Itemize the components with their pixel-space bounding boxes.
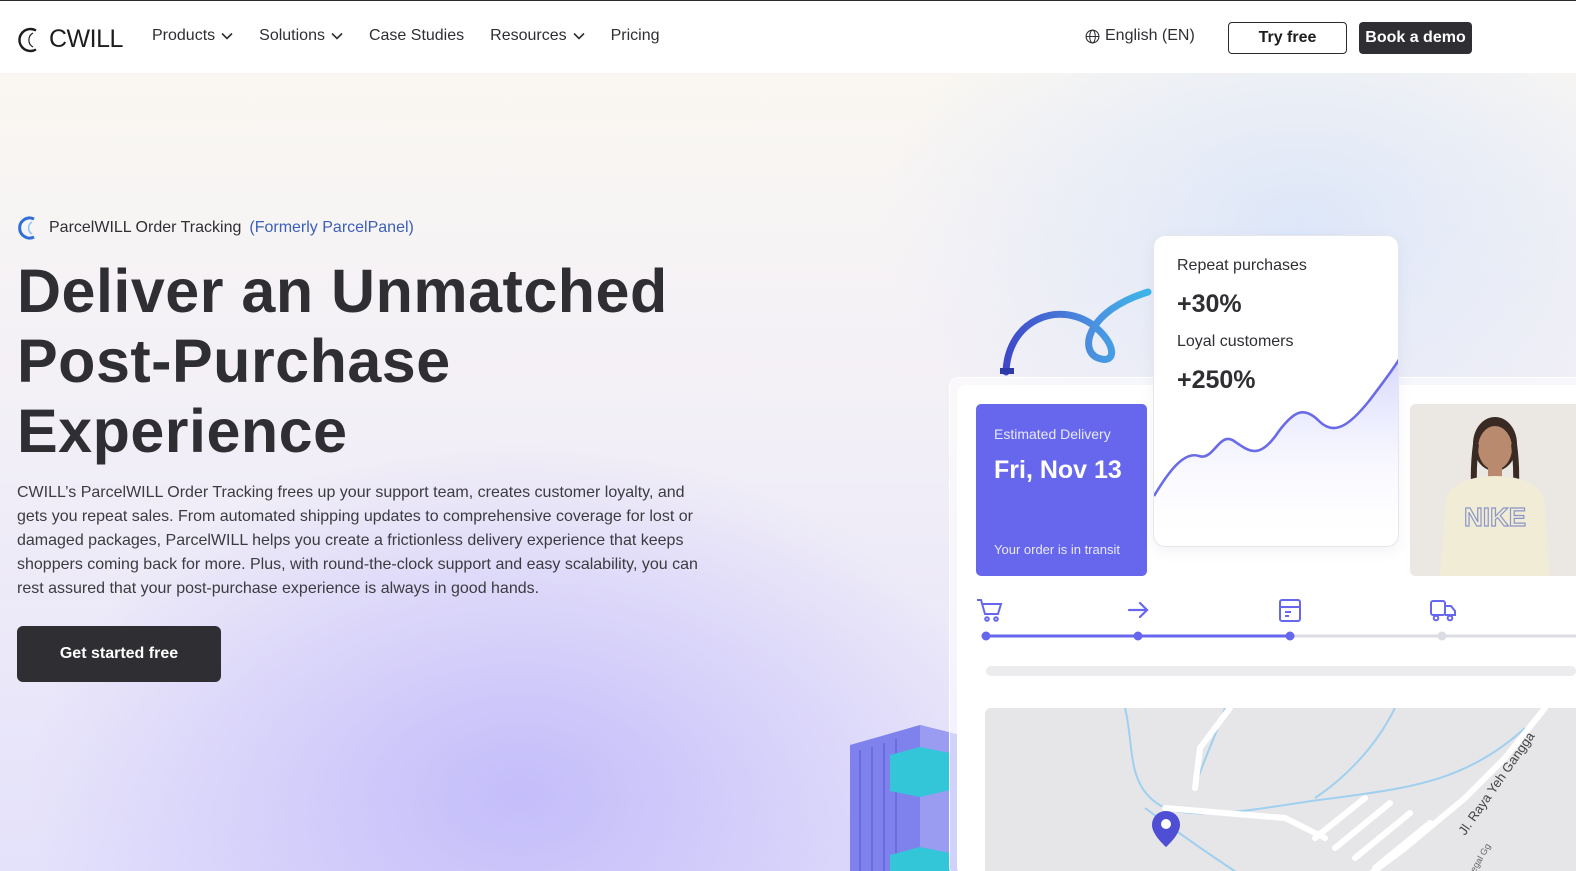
eyebrow-accent-text: (Formerly ParcelPanel) xyxy=(249,219,414,236)
cwill-logo-icon xyxy=(18,27,37,52)
model-photo-image: NIKE xyxy=(1410,404,1576,576)
headline-line: Experience xyxy=(17,397,348,465)
arrow-right-icon xyxy=(1127,601,1149,619)
swirl-decoration xyxy=(1000,288,1152,376)
site-header: CWILL Products Solutions Case Studies Re… xyxy=(0,0,1576,73)
chevron-down-icon xyxy=(573,32,585,40)
nav-pricing-label: Pricing xyxy=(610,27,660,44)
loyal-customers-label: Loyal customers xyxy=(1177,333,1294,350)
progress-step-dot xyxy=(1437,631,1447,641)
delivery-label: Estimated Delivery xyxy=(994,426,1111,442)
loading-bar-placeholder xyxy=(986,666,1576,676)
progress-step-dot xyxy=(981,631,991,641)
nav-solutions-label: Solutions xyxy=(259,27,325,44)
nav-resources-label: Resources xyxy=(490,27,567,44)
progress-step-dot xyxy=(1285,631,1295,641)
repeat-purchases-value: +30% xyxy=(1177,290,1242,318)
delivery-date: Fri, Nov 13 xyxy=(994,456,1122,484)
hero-description: CWILL’s ParcelWILL Order Tracking frees … xyxy=(17,484,698,597)
stats-card: Repeat purchases +30% Loyal customers +2… xyxy=(1153,235,1399,547)
shirt-print: NIKE xyxy=(1464,502,1526,532)
language-selector[interactable]: English (EN) xyxy=(1085,27,1195,45)
chevron-down-icon xyxy=(221,32,233,40)
estimated-delivery-card: Estimated Delivery Fri, Nov 13 Your orde… xyxy=(976,404,1147,576)
shipment-progress-steps xyxy=(977,599,1576,641)
product-photo: NIKE xyxy=(1410,404,1576,576)
logo[interactable]: CWILL xyxy=(17,25,123,54)
nav-solutions[interactable]: Solutions xyxy=(259,27,343,45)
get-started-button[interactable]: Get started free xyxy=(17,626,221,682)
main-nav: Products Solutions Case Studies Resource… xyxy=(152,27,660,45)
eyebrow-text: ParcelWILL Order Tracking xyxy=(49,219,242,236)
package-box-decoration xyxy=(850,725,960,871)
nav-resources[interactable]: Resources xyxy=(490,27,585,45)
nav-products-label: Products xyxy=(152,27,216,44)
logo-text: CWILL xyxy=(49,25,123,53)
truck-icon xyxy=(1430,600,1456,622)
map-image: Jl. Raya Yeh Gangga egal Gg xyxy=(985,708,1576,871)
hero-headline: Deliver an Unmatched Post-Purchase Exper… xyxy=(17,256,717,466)
delivery-map[interactable]: Jl. Raya Yeh Gangga egal Gg xyxy=(985,708,1576,871)
book-demo-button[interactable]: Book a demo xyxy=(1359,22,1472,54)
nav-products[interactable]: Products xyxy=(152,27,233,45)
loyal-customers-value: +250% xyxy=(1177,366,1256,394)
globe-icon xyxy=(1085,29,1100,43)
parcelwill-logo-icon xyxy=(18,216,35,240)
nav-pricing[interactable]: Pricing xyxy=(611,27,660,45)
nav-case-studies-label: Case Studies xyxy=(368,27,465,44)
headline-line: Deliver an Unmatched xyxy=(17,257,668,325)
chevron-down-icon xyxy=(331,32,343,40)
product-eyebrow: ParcelWILL Order Tracking (Formerly Parc… xyxy=(17,216,414,240)
headline-line: Post-Purchase xyxy=(17,327,451,395)
cart-icon xyxy=(977,599,1003,622)
nav-case-studies[interactable]: Case Studies xyxy=(369,27,464,45)
progress-step-dot xyxy=(1133,631,1143,641)
try-free-button[interactable]: Try free xyxy=(1228,22,1347,54)
package-icon xyxy=(1279,599,1301,622)
delivery-status: Your order is in transit xyxy=(994,542,1120,557)
language-label: English (EN) xyxy=(1105,27,1195,44)
repeat-purchases-label: Repeat purchases xyxy=(1177,257,1307,274)
